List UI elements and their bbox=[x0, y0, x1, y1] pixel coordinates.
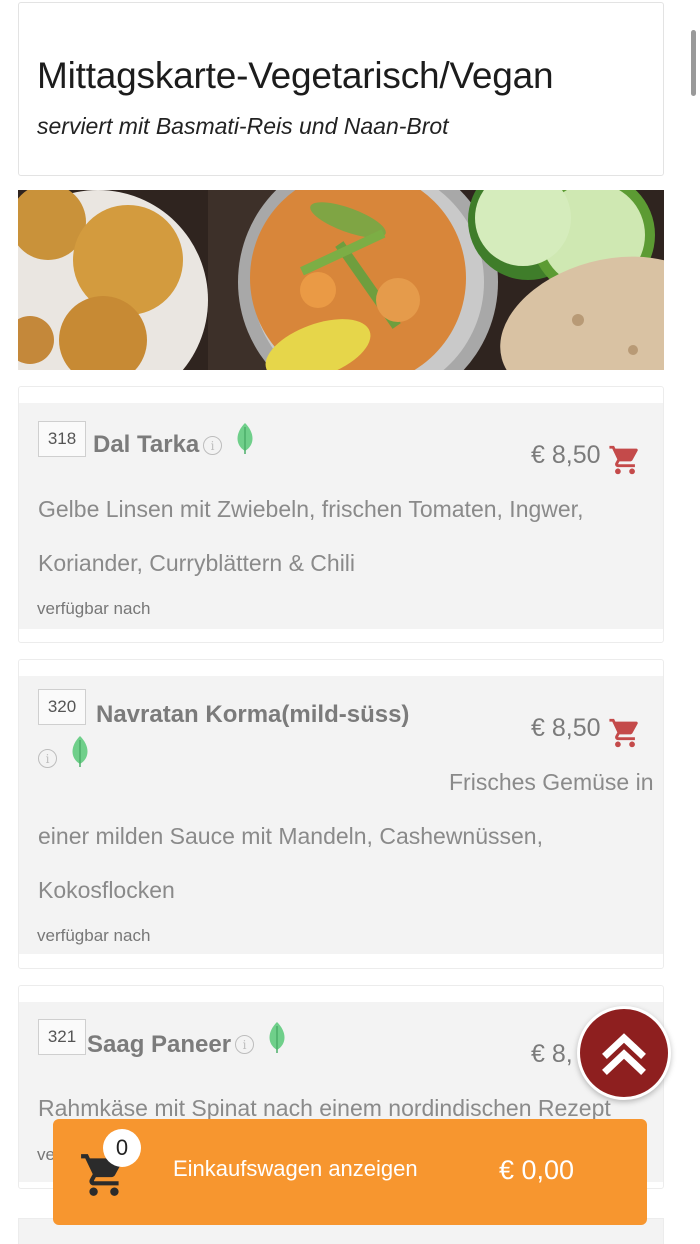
food-banner-image bbox=[18, 190, 664, 370]
cart-icon[interactable] bbox=[607, 716, 643, 750]
info-icon[interactable]: i bbox=[38, 749, 57, 768]
item-description-line: Gelbe Linsen mit Zwiebeln, frischen Toma… bbox=[38, 496, 584, 522]
availability-text: verfügbar nach bbox=[37, 599, 151, 618]
item-number: 318 bbox=[38, 421, 86, 457]
menu-item-card[interactable]: 318 Dal Tarka i € 8,50 Gelbe Linsen mit … bbox=[18, 386, 664, 643]
item-description-line: Frisches Gemüse in bbox=[449, 769, 654, 795]
double-chevron-up-icon bbox=[602, 1033, 646, 1075]
leaf-icon bbox=[237, 423, 253, 454]
item-price: € 8,50 bbox=[531, 441, 601, 469]
section-title: Mittagskarte-Vegetarisch/Vegan bbox=[37, 55, 554, 96]
item-number: 321 bbox=[38, 1019, 86, 1055]
item-name[interactable]: Navratan Korma(mild-süss) bbox=[96, 701, 409, 729]
item-name[interactable]: Saag Paneer bbox=[87, 1031, 231, 1059]
item-description-line: Koriander, Curryblättern & Chili bbox=[38, 550, 356, 576]
item-price: € 8, bbox=[531, 1040, 573, 1068]
info-icon[interactable]: i bbox=[235, 1035, 254, 1054]
item-number: 320 bbox=[38, 689, 86, 725]
leaf-icon bbox=[72, 736, 88, 767]
item-price: € 8,50 bbox=[531, 714, 601, 742]
scrollbar[interactable] bbox=[691, 30, 696, 96]
scroll-top-button[interactable] bbox=[577, 1006, 671, 1100]
item-description-line: Kokosflocken bbox=[38, 877, 175, 903]
info-icon[interactable]: i bbox=[203, 436, 222, 455]
cart-total: € 0,00 bbox=[499, 1155, 575, 1185]
view-cart-button[interactable]: 0 Einkaufswagen anzeigen € 0,00 bbox=[53, 1119, 647, 1225]
availability-text: verfügbar nach bbox=[37, 926, 151, 945]
menu-item-card[interactable]: 320 Navratan Korma(mild-süss) i € 8,50 F… bbox=[18, 659, 664, 969]
menu-section-header: Mittagskarte-Vegetarisch/Vegan serviert … bbox=[18, 2, 664, 176]
section-subtitle: serviert mit Basmati-Reis und Naan-Brot bbox=[37, 113, 449, 139]
cart-icon[interactable] bbox=[607, 443, 643, 477]
cart-count-badge: 0 bbox=[103, 1129, 141, 1167]
leaf-icon bbox=[269, 1022, 285, 1053]
item-description-line: einer milden Sauce mit Mandeln, Cashewnü… bbox=[38, 823, 543, 849]
cart-label: Einkaufswagen anzeigen bbox=[173, 1156, 418, 1181]
item-name[interactable]: Dal Tarka bbox=[93, 431, 199, 459]
